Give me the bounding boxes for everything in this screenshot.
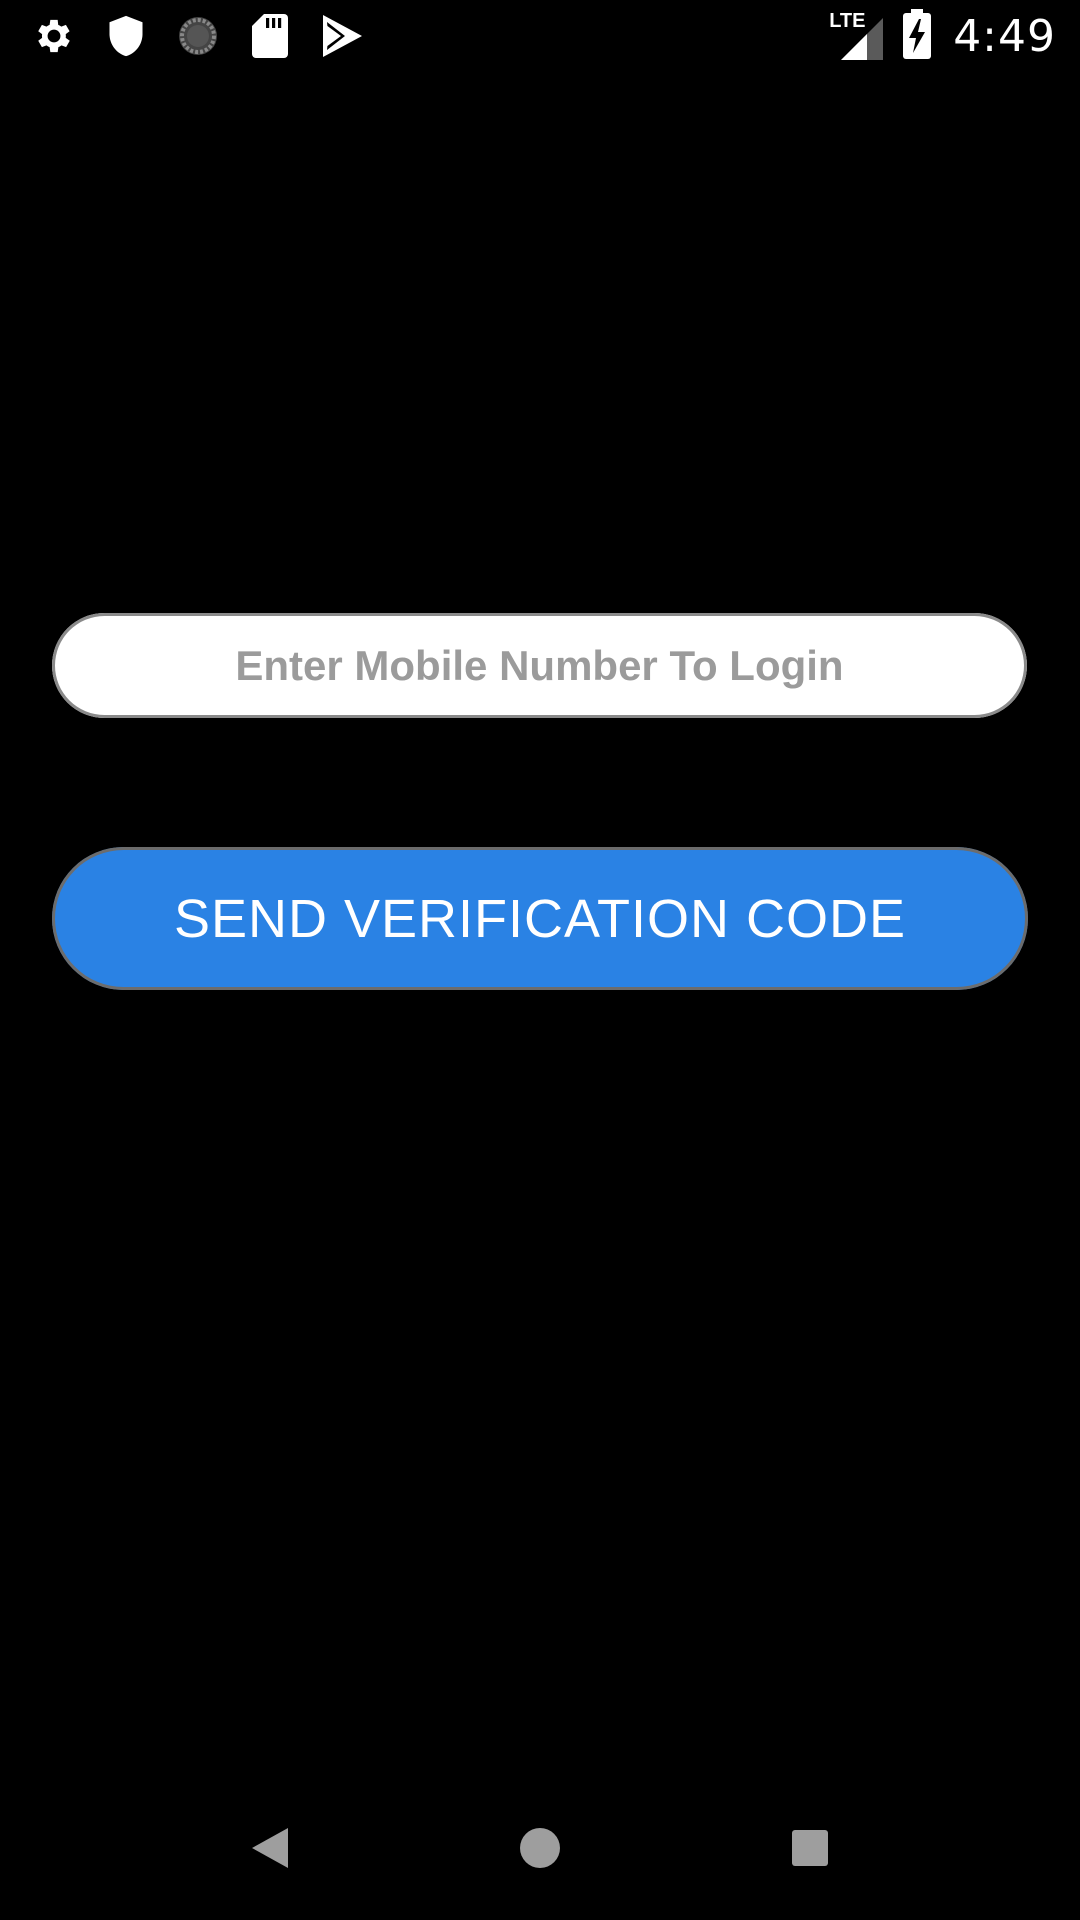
- status-bar-system: LTE 4:49: [827, 8, 1056, 64]
- home-button[interactable]: [490, 1800, 590, 1896]
- navigation-bar: [0, 1800, 1080, 1896]
- back-icon: [252, 1828, 288, 1868]
- home-icon: [520, 1828, 560, 1868]
- play-store-icon: [318, 12, 366, 60]
- gear-icon: [30, 12, 78, 60]
- clock: 4:49: [953, 10, 1056, 62]
- status-bar-notifications: [30, 12, 390, 60]
- recents-button[interactable]: [760, 1800, 860, 1896]
- login-screen: LTE 4:49 SEND VERIFICATION CODE: [0, 0, 1080, 1920]
- sync-spinner-icon: [174, 12, 222, 60]
- sd-card-icon: [246, 12, 294, 60]
- lte-signal-icon: LTE: [827, 10, 885, 62]
- status-bar: LTE 4:49: [0, 0, 1080, 72]
- recents-icon: [792, 1830, 828, 1866]
- battery-charging-icon: [903, 8, 932, 64]
- back-button[interactable]: [220, 1800, 320, 1896]
- send-verification-code-button[interactable]: SEND VERIFICATION CODE: [52, 847, 1028, 990]
- mobile-number-input[interactable]: [52, 612, 1027, 719]
- shield-icon: [102, 12, 150, 60]
- phone-input-container: [52, 612, 1027, 719]
